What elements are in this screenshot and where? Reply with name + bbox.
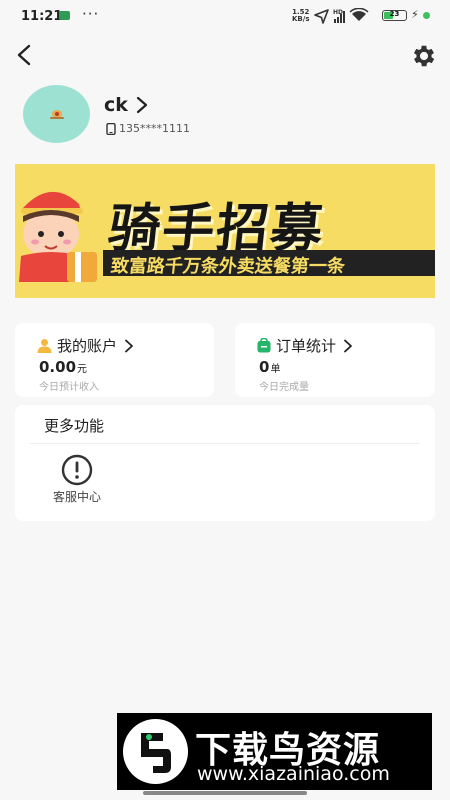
signal-bar-1 [334, 19, 336, 23]
charging-icon: ⚡ [411, 8, 419, 21]
more-functions-card: 更多功能 客服中心 [15, 405, 435, 521]
back-button[interactable] [12, 42, 38, 68]
signal-bar-3 [340, 14, 342, 23]
gear-icon [413, 45, 435, 67]
banner-subtitle: 致富路千万条外卖送餐第一条 [109, 256, 346, 277]
account-balance: 0.00元 [39, 358, 87, 376]
order-stats-header: 订单统计 [257, 335, 354, 356]
my-account-title: 我的账户 [57, 337, 118, 355]
notification-icon [59, 11, 70, 20]
chevron-right-icon [125, 339, 133, 352]
my-account-header: 我的账户 [37, 335, 135, 356]
status-time: 11:21 [21, 9, 63, 24]
settings-button[interactable] [410, 42, 438, 70]
alert-circle-icon [61, 454, 93, 486]
order-count-value: 0 [259, 358, 270, 376]
avatar-snail-icon [49, 110, 64, 119]
phone-row: 135****1111 [106, 122, 190, 135]
network-speed: 1.52 KB/s [292, 9, 309, 23]
my-account-card[interactable]: 我的账户 0.00元 今日预计收入 [15, 323, 214, 397]
account-note: 今日预计收入 [39, 382, 99, 393]
account-balance-value: 0.00 [39, 358, 77, 376]
battery-icon: 23 [382, 10, 407, 21]
order-note: 今日完成量 [259, 382, 309, 393]
watermark-banner: 下载鸟资源 www.xiazainiao.com [117, 713, 432, 790]
signal-bar-2 [337, 17, 339, 23]
home-indicator[interactable] [143, 791, 307, 795]
order-count: 0单 [259, 358, 280, 376]
network-speed-unit: KB/s [292, 15, 310, 23]
order-stats-title: 订单统计 [276, 337, 337, 355]
avatar[interactable] [23, 85, 90, 143]
customer-service-item[interactable]: 客服中心 [42, 453, 112, 509]
watermark-url: www.xiazainiao.com [197, 763, 390, 785]
account-balance-unit: 元 [77, 364, 88, 375]
order-stats-card[interactable]: 订单统计 0单 今日完成量 [235, 323, 435, 397]
customer-service-label: 客服中心 [52, 490, 101, 504]
battery-level: 23 [389, 10, 400, 18]
watermark-logo [123, 719, 188, 784]
wifi-icon [352, 11, 366, 21]
rider-illustration [19, 191, 97, 282]
divider [30, 443, 420, 444]
status-bar: 11:21 ··· 1.52 KB/s HD 23 ⚡ [0, 0, 450, 34]
username: ck [104, 94, 128, 116]
chevron-left-icon [17, 44, 31, 66]
location-icon [314, 9, 329, 24]
phone-icon [106, 122, 116, 135]
order-bag-icon [257, 338, 271, 353]
phone-number: 135****1111 [119, 122, 190, 135]
chevron-right-icon [344, 339, 352, 352]
status-dot-icon [423, 12, 430, 19]
recruit-banner[interactable]: 骑手招募 致富路千万条外卖送餐第一条 [15, 164, 435, 298]
user-icon [37, 339, 52, 353]
chevron-right-icon [136, 96, 148, 114]
order-count-unit: 单 [270, 364, 281, 375]
username-link[interactable]: ck [104, 94, 150, 116]
status-icons: HD [314, 8, 369, 24]
signal-bar-4 [343, 11, 345, 23]
more-functions-title: 更多功能 [44, 417, 105, 435]
more-notifications-icon: ··· [82, 5, 100, 23]
bird-logo-icon [141, 733, 171, 773]
